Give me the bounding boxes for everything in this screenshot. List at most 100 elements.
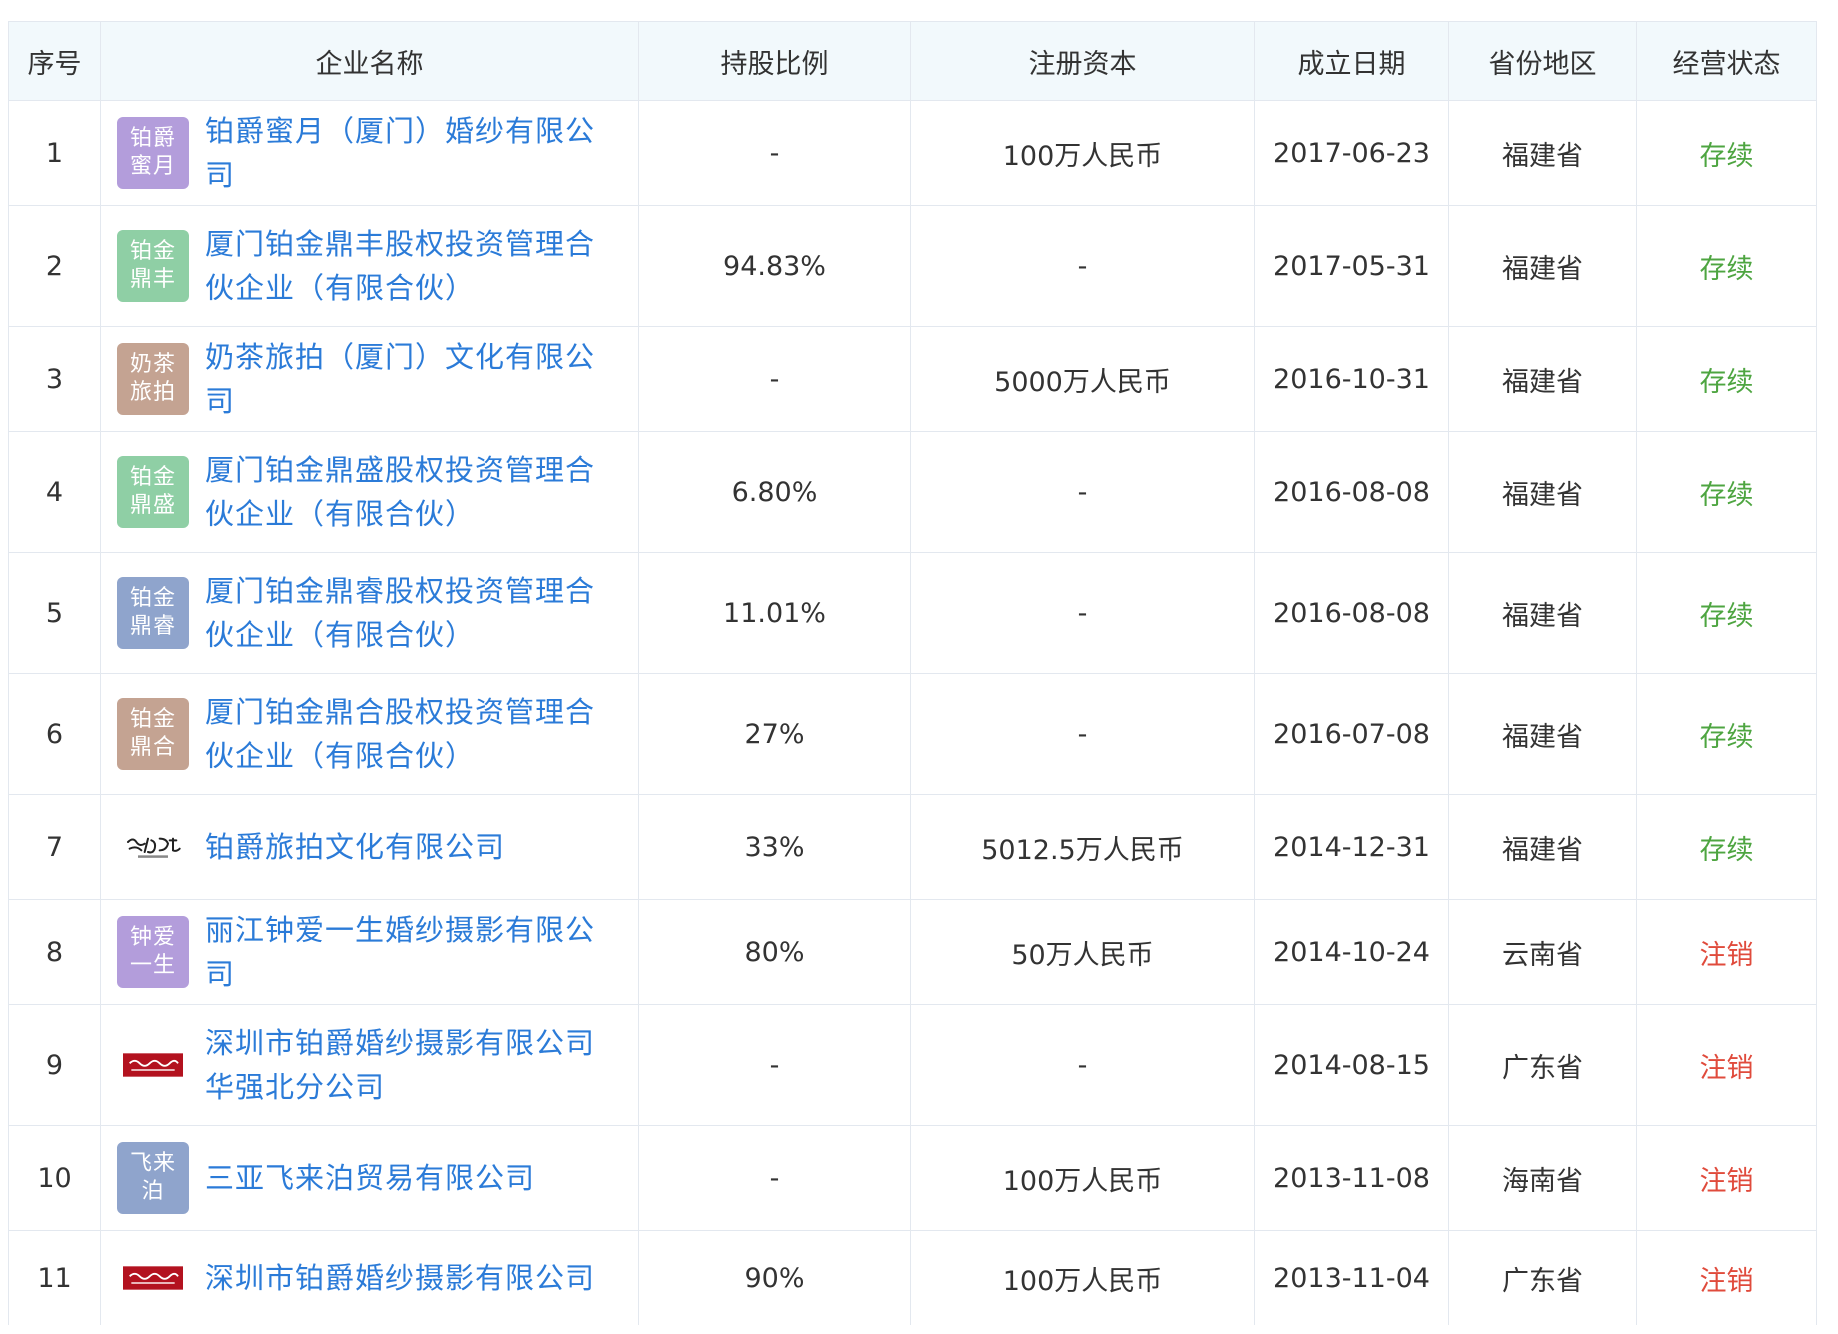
company-cell: 铂金鼎睿 厦门铂金鼎睿股权投资管理合伙企业（有限合伙） (100, 552, 639, 674)
red-banner-logo-graphic (123, 1266, 183, 1290)
company-name-link[interactable]: 厦门铂金鼎合股权投资管理合伙企业（有限合伙） (205, 690, 608, 778)
table-row: 6 铂金鼎合 厦门铂金鼎合股权投资管理合伙企业（有限合伙） 27% - 2016… (8, 673, 1817, 795)
row-no: 6 (8, 673, 101, 795)
company-name-link[interactable]: 厦门铂金鼎睿股权投资管理合伙企业（有限合伙） (205, 569, 608, 657)
established-date: 2017-05-31 (1254, 205, 1449, 327)
province: 福建省 (1448, 100, 1637, 206)
row-no: 11 (8, 1230, 101, 1325)
share-ratio: 27% (638, 673, 911, 795)
row-no: 4 (8, 431, 101, 553)
company-logo[interactable]: 铂金鼎合 (117, 698, 189, 770)
share-ratio: - (638, 326, 911, 432)
status-badge: 存续 (1636, 100, 1817, 206)
header-share-ratio: 持股比例 (638, 21, 911, 101)
province: 福建省 (1448, 326, 1637, 432)
share-ratio: 90% (638, 1230, 911, 1325)
company-logo[interactable]: 奶茶旅拍 (117, 343, 189, 415)
share-ratio: - (638, 100, 911, 206)
company-name-link[interactable]: 深圳市铂爵婚纱摄影有限公司 (205, 1256, 595, 1300)
company-logo[interactable]: 铂金鼎盛 (117, 456, 189, 528)
company-name-link[interactable]: 奶茶旅拍（厦门）文化有限公司 (205, 335, 608, 423)
row-no: 9 (8, 1004, 101, 1126)
table-row: 11 深圳市铂爵婚纱摄影有限公司 90% 100万人民币 2013-11-04 … (8, 1230, 1817, 1325)
company-table-container: 序号 企业名称 持股比例 注册资本 成立日期 省份地区 经营状态 1 铂爵蜜月 … (8, 21, 1817, 1325)
province: 广东省 (1448, 1004, 1637, 1126)
registered-capital: 50万人民币 (910, 899, 1255, 1005)
header-no: 序号 (8, 21, 101, 101)
status-badge: 注销 (1636, 1004, 1817, 1126)
calligraphy-logo-graphic (127, 837, 181, 858)
company-name-link[interactable]: 三亚飞来泊贸易有限公司 (205, 1156, 535, 1200)
row-no: 5 (8, 552, 101, 674)
status-badge: 注销 (1636, 1230, 1817, 1325)
established-date: 2016-08-08 (1254, 431, 1449, 553)
table-row: 4 铂金鼎盛 厦门铂金鼎盛股权投资管理合伙企业（有限合伙） 6.80% - 20… (8, 431, 1817, 553)
table-row: 2 铂金鼎丰 厦门铂金鼎丰股权投资管理合伙企业（有限合伙） 94.83% - 2… (8, 205, 1817, 327)
province: 福建省 (1448, 552, 1637, 674)
company-logo[interactable]: 铂爵蜜月 (117, 117, 189, 189)
established-date: 2014-12-31 (1254, 794, 1449, 900)
red-banner-logo-icon[interactable] (117, 1029, 189, 1101)
row-no: 7 (8, 794, 101, 900)
header-established-date: 成立日期 (1254, 21, 1449, 101)
company-cell: 钟爱一生 丽江钟爱一生婚纱摄影有限公司 (100, 899, 639, 1005)
company-name-link[interactable]: 厦门铂金鼎丰股权投资管理合伙企业（有限合伙） (205, 222, 608, 310)
status-badge: 存续 (1636, 552, 1817, 674)
table-row: 3 奶茶旅拍 奶茶旅拍（厦门）文化有限公司 - 5000万人民币 2016-10… (8, 326, 1817, 432)
status-badge: 注销 (1636, 1125, 1817, 1231)
company-name-link[interactable]: 深圳市铂爵婚纱摄影有限公司华强北分公司 (205, 1021, 608, 1109)
province: 福建省 (1448, 794, 1637, 900)
table-row: 8 钟爱一生 丽江钟爱一生婚纱摄影有限公司 80% 50万人民币 2014-10… (8, 899, 1817, 1005)
established-date: 2016-08-08 (1254, 552, 1449, 674)
status-badge: 存续 (1636, 431, 1817, 553)
table-row: 9 深圳市铂爵婚纱摄影有限公司华强北分公司 - - 2014-08-15 广东省 (8, 1004, 1817, 1126)
established-date: 2017-06-23 (1254, 100, 1449, 206)
established-date: 2014-10-24 (1254, 899, 1449, 1005)
company-name-link[interactable]: 铂爵蜜月（厦门）婚纱有限公司 (205, 109, 608, 197)
table-header-row: 序号 企业名称 持股比例 注册资本 成立日期 省份地区 经营状态 (8, 21, 1817, 101)
company-cell: 奶茶旅拍 奶茶旅拍（厦门）文化有限公司 (100, 326, 639, 432)
registered-capital: 100万人民币 (910, 1125, 1255, 1231)
status-badge: 存续 (1636, 673, 1817, 795)
company-cell: 深圳市铂爵婚纱摄影有限公司 (100, 1230, 639, 1325)
investment-table: 序号 企业名称 持股比例 注册资本 成立日期 省份地区 经营状态 1 铂爵蜜月 … (8, 21, 1817, 1325)
company-logo[interactable]: 铂金鼎丰 (117, 230, 189, 302)
province: 云南省 (1448, 899, 1637, 1005)
established-date: 2014-08-15 (1254, 1004, 1449, 1126)
row-no: 10 (8, 1125, 101, 1231)
province: 福建省 (1448, 205, 1637, 327)
calligraphy-logo-icon[interactable] (117, 811, 189, 883)
table-row: 1 铂爵蜜月 铂爵蜜月（厦门）婚纱有限公司 - 100万人民币 2017-06-… (8, 100, 1817, 206)
red-banner-logo-icon[interactable] (117, 1242, 189, 1314)
header-registered-capital: 注册资本 (910, 21, 1255, 101)
company-logo[interactable]: 飞来泊 (117, 1142, 189, 1214)
row-no: 1 (8, 100, 101, 206)
registered-capital: 100万人民币 (910, 1230, 1255, 1325)
registered-capital: - (910, 673, 1255, 795)
share-ratio: - (638, 1125, 911, 1231)
company-cell: 铂金鼎合 厦门铂金鼎合股权投资管理合伙企业（有限合伙） (100, 673, 639, 795)
registered-capital: 5000万人民币 (910, 326, 1255, 432)
header-company-name: 企业名称 (100, 21, 639, 101)
company-cell: 飞来泊 三亚飞来泊贸易有限公司 (100, 1125, 639, 1231)
company-logo[interactable]: 铂金鼎睿 (117, 577, 189, 649)
status-badge: 存续 (1636, 326, 1817, 432)
established-date: 2013-11-08 (1254, 1125, 1449, 1231)
share-ratio: 6.80% (638, 431, 911, 553)
red-banner-logo-graphic (123, 1053, 183, 1077)
company-name-link[interactable]: 铂爵旅拍文化有限公司 (205, 825, 505, 869)
province: 福建省 (1448, 431, 1637, 553)
row-no: 2 (8, 205, 101, 327)
province: 广东省 (1448, 1230, 1637, 1325)
share-ratio: 33% (638, 794, 911, 900)
established-date: 2016-07-08 (1254, 673, 1449, 795)
row-no: 3 (8, 326, 101, 432)
header-status: 经营状态 (1636, 21, 1817, 101)
company-logo[interactable]: 钟爱一生 (117, 916, 189, 988)
table-row: 10 飞来泊 三亚飞来泊贸易有限公司 - 100万人民币 2013-11-08 … (8, 1125, 1817, 1231)
company-cell: 铂爵旅拍文化有限公司 (100, 794, 639, 900)
company-name-link[interactable]: 丽江钟爱一生婚纱摄影有限公司 (205, 908, 608, 996)
share-ratio: 11.01% (638, 552, 911, 674)
company-name-link[interactable]: 厦门铂金鼎盛股权投资管理合伙企业（有限合伙） (205, 448, 608, 536)
established-date: 2016-10-31 (1254, 326, 1449, 432)
